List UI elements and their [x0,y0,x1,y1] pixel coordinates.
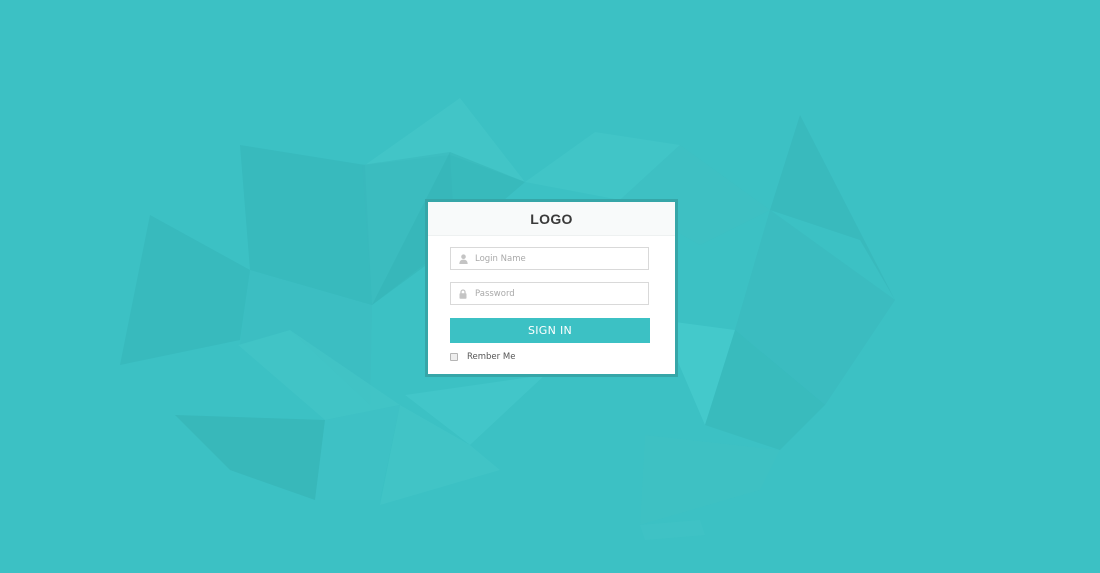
lock-icon [453,288,473,299]
login-name-input[interactable] [473,253,635,264]
user-icon [453,253,473,264]
sign-in-button[interactable]: SIGN IN [450,318,650,343]
remember-me-label: Rember Me [467,352,516,362]
card-header: LOGO [428,202,675,236]
password-input[interactable] [473,288,635,299]
remember-me-checkbox[interactable] [450,353,458,361]
remember-me[interactable]: Rember Me [450,352,515,362]
logo: LOGO [530,210,573,227]
sign-in-label: SIGN IN [527,324,573,337]
login-name-field[interactable] [450,247,649,270]
password-field[interactable] [450,282,649,305]
login-card: LOGO SIGN IN Rember Me [425,199,678,377]
